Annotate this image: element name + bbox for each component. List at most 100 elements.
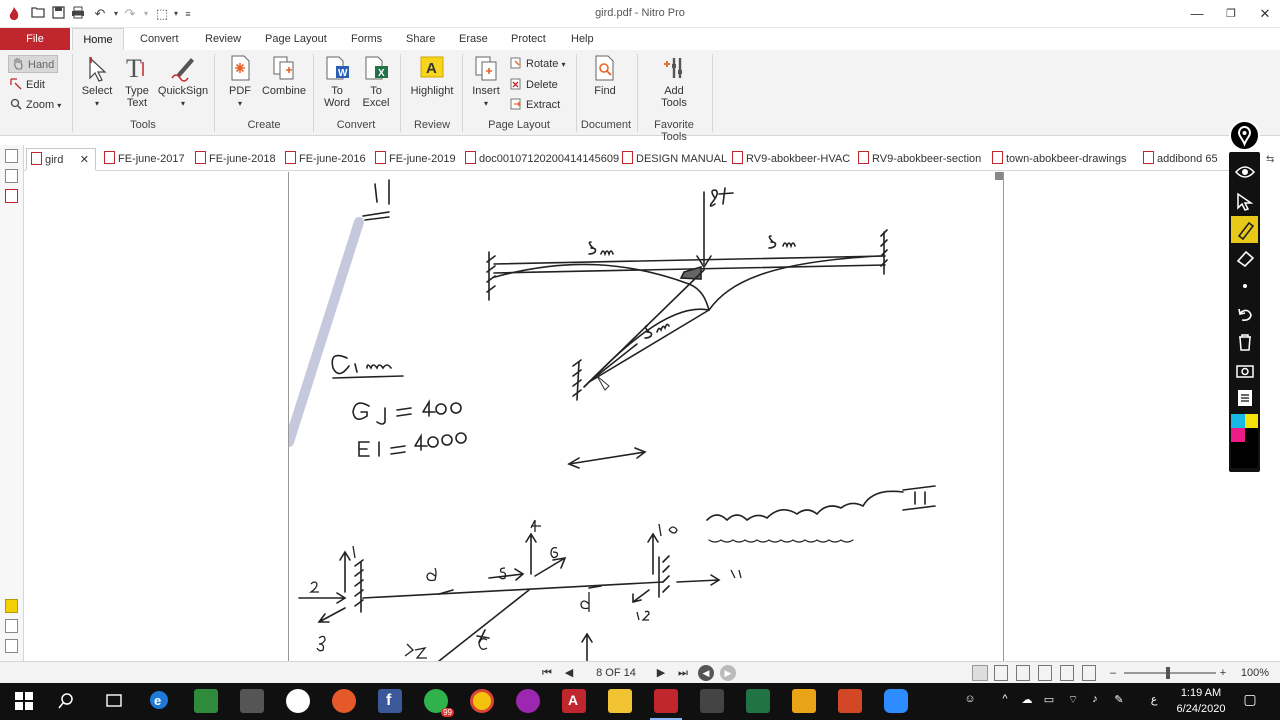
tab-home[interactable]: Home xyxy=(72,28,124,50)
file-explorer-icon[interactable] xyxy=(608,689,632,713)
next-page-icon[interactable]: ▶ xyxy=(654,665,668,681)
select-button[interactable]: Select ▾ xyxy=(80,54,114,110)
to-excel-button[interactable]: X To Excel xyxy=(360,54,392,109)
quicksign-button[interactable]: QuickSign ▾ xyxy=(157,54,209,110)
eye-icon[interactable] xyxy=(1231,158,1258,185)
highlight-button[interactable]: A Highlight xyxy=(406,54,458,97)
app-icon[interactable] xyxy=(792,689,816,713)
back-view-icon[interactable]: ◀ xyxy=(698,665,714,681)
tab-convert[interactable]: Convert xyxy=(140,28,179,50)
epic-pen-taskbar-icon[interactable] xyxy=(286,689,310,713)
doc-tab-rv9-section[interactable]: RV9-abokbeer-section xyxy=(858,150,981,168)
tab-file[interactable]: File xyxy=(0,28,70,50)
tab-protect[interactable]: Protect xyxy=(511,28,546,50)
zoom-app-icon[interactable] xyxy=(884,689,908,713)
attachments-panel-icon[interactable] xyxy=(5,189,18,203)
close-button[interactable]: ✕ xyxy=(1250,4,1280,24)
tab-share[interactable]: Share xyxy=(406,28,435,50)
app-icon[interactable] xyxy=(240,689,264,713)
chrome-icon[interactable] xyxy=(470,689,494,713)
highlighter-tool-icon[interactable] xyxy=(1231,216,1258,243)
color-yellow-swatch[interactable] xyxy=(1245,414,1258,428)
eraser-tool-icon[interactable] xyxy=(1231,244,1258,271)
page-number-field[interactable]: 8 OF 14 xyxy=(592,665,640,681)
task-view-icon[interactable] xyxy=(102,689,126,713)
doc-tab-fe-june-2019[interactable]: FE-june-2019 xyxy=(375,150,456,168)
firefox-icon[interactable] xyxy=(332,689,356,713)
doc-tab-doc00107[interactable]: doc00107120200414145609 xyxy=(465,150,619,168)
forward-view-icon[interactable]: ▶ xyxy=(720,665,736,681)
hand-tool-button[interactable]: Hand xyxy=(8,55,58,73)
doc-tab-fe-june-2018[interactable]: FE-june-2018 xyxy=(195,150,276,168)
extract-button[interactable]: Extract xyxy=(510,96,560,114)
tab-erase[interactable]: Erase xyxy=(459,28,488,50)
zoom-level[interactable]: 100% xyxy=(1238,665,1272,681)
tab-review[interactable]: Review xyxy=(205,28,241,50)
type-text-button[interactable]: T Type Text xyxy=(121,54,153,109)
signatures-panel-icon[interactable] xyxy=(5,639,18,653)
clock-date[interactable]: 6/24/2020 xyxy=(1168,703,1234,715)
input-language[interactable]: ع xyxy=(1146,693,1162,706)
app-icon[interactable] xyxy=(194,689,218,713)
edit-tool-button[interactable]: Edit xyxy=(10,76,45,94)
undo-pen-icon[interactable] xyxy=(1231,300,1258,327)
network-icon[interactable]: ⌔ xyxy=(1064,693,1082,707)
edge-browser-icon[interactable]: e xyxy=(148,689,172,713)
whiteboard-icon[interactable] xyxy=(1231,384,1258,411)
nitro-pro-taskbar-icon[interactable] xyxy=(654,689,678,713)
continuous-view-icon[interactable] xyxy=(994,665,1008,681)
single-page-view-icon[interactable] xyxy=(972,665,988,681)
pdf-create-button[interactable]: PDF ▾ xyxy=(222,54,258,110)
zoom-slider-thumb[interactable] xyxy=(1166,667,1170,679)
show-hidden-icons[interactable]: ^ xyxy=(998,693,1012,705)
zoom-out-icon[interactable]: – xyxy=(1108,665,1118,681)
first-page-icon[interactable]: ⏮ xyxy=(540,665,554,681)
volume-icon[interactable]: ♪ xyxy=(1086,693,1104,705)
doc-tab-rv9-hvac[interactable]: RV9-abokbeer-HVAC xyxy=(732,150,850,168)
output-panel-icon[interactable] xyxy=(5,619,18,633)
rotate-button[interactable]: Rotate ▾ xyxy=(510,55,566,73)
color-magenta-swatch[interactable] xyxy=(1231,428,1245,442)
combine-button[interactable]: Combine xyxy=(261,54,307,97)
to-word-button[interactable]: W To Word xyxy=(321,54,353,109)
tab-help[interactable]: Help xyxy=(571,28,594,50)
battery-icon[interactable]: ▭ xyxy=(1040,693,1058,706)
tab-forms[interactable]: Forms xyxy=(351,28,382,50)
people-icon[interactable]: ☺ xyxy=(962,693,978,705)
doc-tab-town-drawings[interactable]: town-abokbeer-drawings xyxy=(992,150,1126,168)
doc-tab-fe-june-2016[interactable]: FE-june-2016 xyxy=(285,150,366,168)
fit-width-icon[interactable] xyxy=(1060,665,1074,681)
comments-panel-icon[interactable] xyxy=(5,599,18,613)
zoom-in-icon[interactable]: + xyxy=(1218,665,1228,681)
close-tab-icon[interactable]: ✕ xyxy=(80,151,89,169)
calculator-icon[interactable] xyxy=(700,689,724,713)
powerpoint-icon[interactable] xyxy=(838,689,862,713)
last-page-icon[interactable]: ⏭ xyxy=(676,665,690,681)
whatsapp-icon[interactable]: 99 xyxy=(424,689,454,717)
zoom-tool-button[interactable]: Zoom ▾ xyxy=(10,96,61,114)
pen-workspace-icon[interactable]: ✎ xyxy=(1110,693,1128,706)
collapse-tabs-icon[interactable]: ⇆ xyxy=(1266,154,1280,166)
excel-taskbar-icon[interactable] xyxy=(746,689,770,713)
facing-continuous-view-icon[interactable] xyxy=(1038,665,1052,681)
pdf-page[interactable] xyxy=(288,172,1004,661)
pen-size-icon[interactable] xyxy=(1231,272,1258,299)
acrobat-icon[interactable]: A xyxy=(562,689,586,713)
fit-page-icon[interactable] xyxy=(1082,665,1096,681)
color-black-swatch[interactable] xyxy=(1245,428,1258,442)
epic-pen-logo-icon[interactable] xyxy=(1229,120,1260,151)
doc-tab-addibond[interactable]: addibond 65 xyxy=(1143,150,1218,168)
clock-time[interactable]: 1:19 AM xyxy=(1168,687,1234,699)
facing-view-icon[interactable] xyxy=(1016,665,1030,681)
cursor-tool-icon[interactable] xyxy=(1231,188,1258,215)
previous-page-icon[interactable]: ◀ xyxy=(562,665,576,681)
windows-start-icon[interactable] xyxy=(12,689,36,713)
search-icon[interactable] xyxy=(56,689,80,713)
color-cyan-swatch[interactable] xyxy=(1231,414,1245,428)
pages-panel-icon[interactable] xyxy=(5,149,18,163)
doc-tab-design-manual[interactable]: DESIGN MANUAL xyxy=(622,150,727,168)
add-tools-button[interactable]: Add Tools xyxy=(656,54,692,109)
doc-tab-fe-june-2017[interactable]: FE-june-2017 xyxy=(104,150,185,168)
delete-button[interactable]: Delete xyxy=(510,76,558,94)
onedrive-icon[interactable]: ☁ xyxy=(1018,693,1036,706)
